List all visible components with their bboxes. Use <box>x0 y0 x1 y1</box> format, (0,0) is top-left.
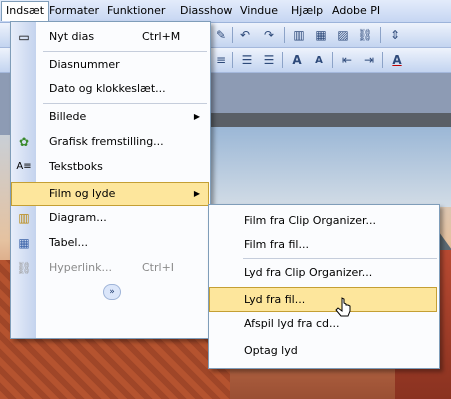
expand-collapse-icon[interactable]: ⇕ <box>386 26 404 44</box>
menu-separator <box>43 103 207 104</box>
chart-icon: ▥ <box>18 211 30 225</box>
menu-formater[interactable]: Formater <box>45 2 103 19</box>
menu-separator <box>243 258 437 259</box>
textbox-icon: A≡ <box>16 161 32 172</box>
toolbar-separator <box>332 52 333 68</box>
menu-item-date-time[interactable]: Dato og klokkeslæt... <box>12 78 208 100</box>
submenu-item-record-sound[interactable]: Optag lyd <box>210 339 436 362</box>
insert-menu: ▭ Nyt dias Ctrl+M Diasnummer Dato og klo… <box>10 21 211 339</box>
numbering-icon[interactable]: ☰ <box>238 51 256 69</box>
toolbar-separator <box>232 52 233 68</box>
menu-bar: Indsæt Formater Funktioner Diasshow Vind… <box>0 0 451 23</box>
undo-icon[interactable]: ↶ <box>236 26 254 44</box>
menu-item-hyperlink[interactable]: ⛓ Hyperlink... Ctrl+I <box>12 257 208 279</box>
toolbar-separator <box>282 52 283 68</box>
submenu-item-sound-from-file[interactable]: Lyd fra fil... <box>209 287 437 312</box>
movies-sounds-submenu: Film fra Clip Organizer... Film fra fil.… <box>208 204 440 369</box>
insert-picture-icon[interactable]: ▨ <box>334 26 352 44</box>
menu-diasshow[interactable]: Diasshow <box>176 2 236 19</box>
hyperlink-icon: ⛓ <box>16 261 32 275</box>
font-color-icon[interactable]: A <box>388 51 406 69</box>
align-right-icon[interactable]: ≡ <box>212 51 230 69</box>
menu-hjaelp[interactable]: Hjælp <box>287 2 327 19</box>
diagram-gallery-icon: ✿ <box>18 135 30 149</box>
menu-separator <box>43 51 207 52</box>
submenu-arrow-icon: ▶ <box>193 189 200 198</box>
expand-menu-icon[interactable]: » <box>103 284 121 300</box>
menu-item-chart[interactable]: ▥ Diagram... <box>12 207 208 229</box>
photo-sky <box>210 127 451 207</box>
submenu-item-movie-from-file[interactable]: Film fra fil... <box>210 233 436 256</box>
table-icon: ▦ <box>18 236 30 250</box>
submenu-arrow-icon: ▶ <box>193 112 200 121</box>
submenu-item-sound-clip-organizer[interactable]: Lyd fra Clip Organizer... <box>210 261 436 284</box>
toolbar-separator <box>284 27 285 43</box>
bullets-icon[interactable]: ☰ <box>260 51 278 69</box>
slide-top-bar <box>210 113 451 127</box>
increase-indent-icon[interactable]: ⇥ <box>360 51 378 69</box>
hyperlink-icon[interactable]: ⛓ <box>356 26 374 44</box>
submenu-item-movie-clip-organizer[interactable]: Film fra Clip Organizer... <box>210 209 436 232</box>
toolbar-separator <box>232 27 233 43</box>
menu-item-table[interactable]: ▦ Tabel... <box>12 232 208 254</box>
menu-item-slide-number[interactable]: Diasnummer <box>12 54 208 76</box>
paste-icon[interactable]: ✎ <box>212 26 230 44</box>
chart-icon[interactable]: ▥ <box>290 26 308 44</box>
submenu-item-play-cd-audio[interactable]: Afspil lyd fra cd... <box>210 312 436 335</box>
menu-item-new-slide[interactable]: ▭ Nyt dias Ctrl+M <box>12 26 208 48</box>
menu-funktioner[interactable]: Funktioner <box>103 2 169 19</box>
pointer-cursor-icon <box>335 297 351 317</box>
increase-font-icon[interactable]: A <box>288 51 306 69</box>
decrease-indent-icon[interactable]: ⇤ <box>338 51 356 69</box>
menu-item-diagram-gallery[interactable]: ✿ Grafisk fremstilling... <box>12 131 208 153</box>
new-slide-icon: ▭ <box>18 30 30 44</box>
menu-item-textbox[interactable]: A≡ Tekstboks <box>12 156 208 178</box>
menu-adobe[interactable]: Adobe PI <box>328 2 384 19</box>
redo-icon[interactable]: ↷ <box>260 26 278 44</box>
menu-vindue[interactable]: Vindue <box>236 2 282 19</box>
menu-indsaet[interactable]: Indsæt <box>1 1 50 21</box>
table-icon[interactable]: ▦ <box>312 26 330 44</box>
toolbar-separator <box>380 27 381 43</box>
menu-item-movies-sounds[interactable]: Film og lyde ▶ <box>11 182 209 206</box>
decrease-font-icon[interactable]: A <box>310 51 328 69</box>
toolbar-separator <box>382 52 383 68</box>
menu-item-picture[interactable]: Billede ▶ <box>12 106 208 128</box>
